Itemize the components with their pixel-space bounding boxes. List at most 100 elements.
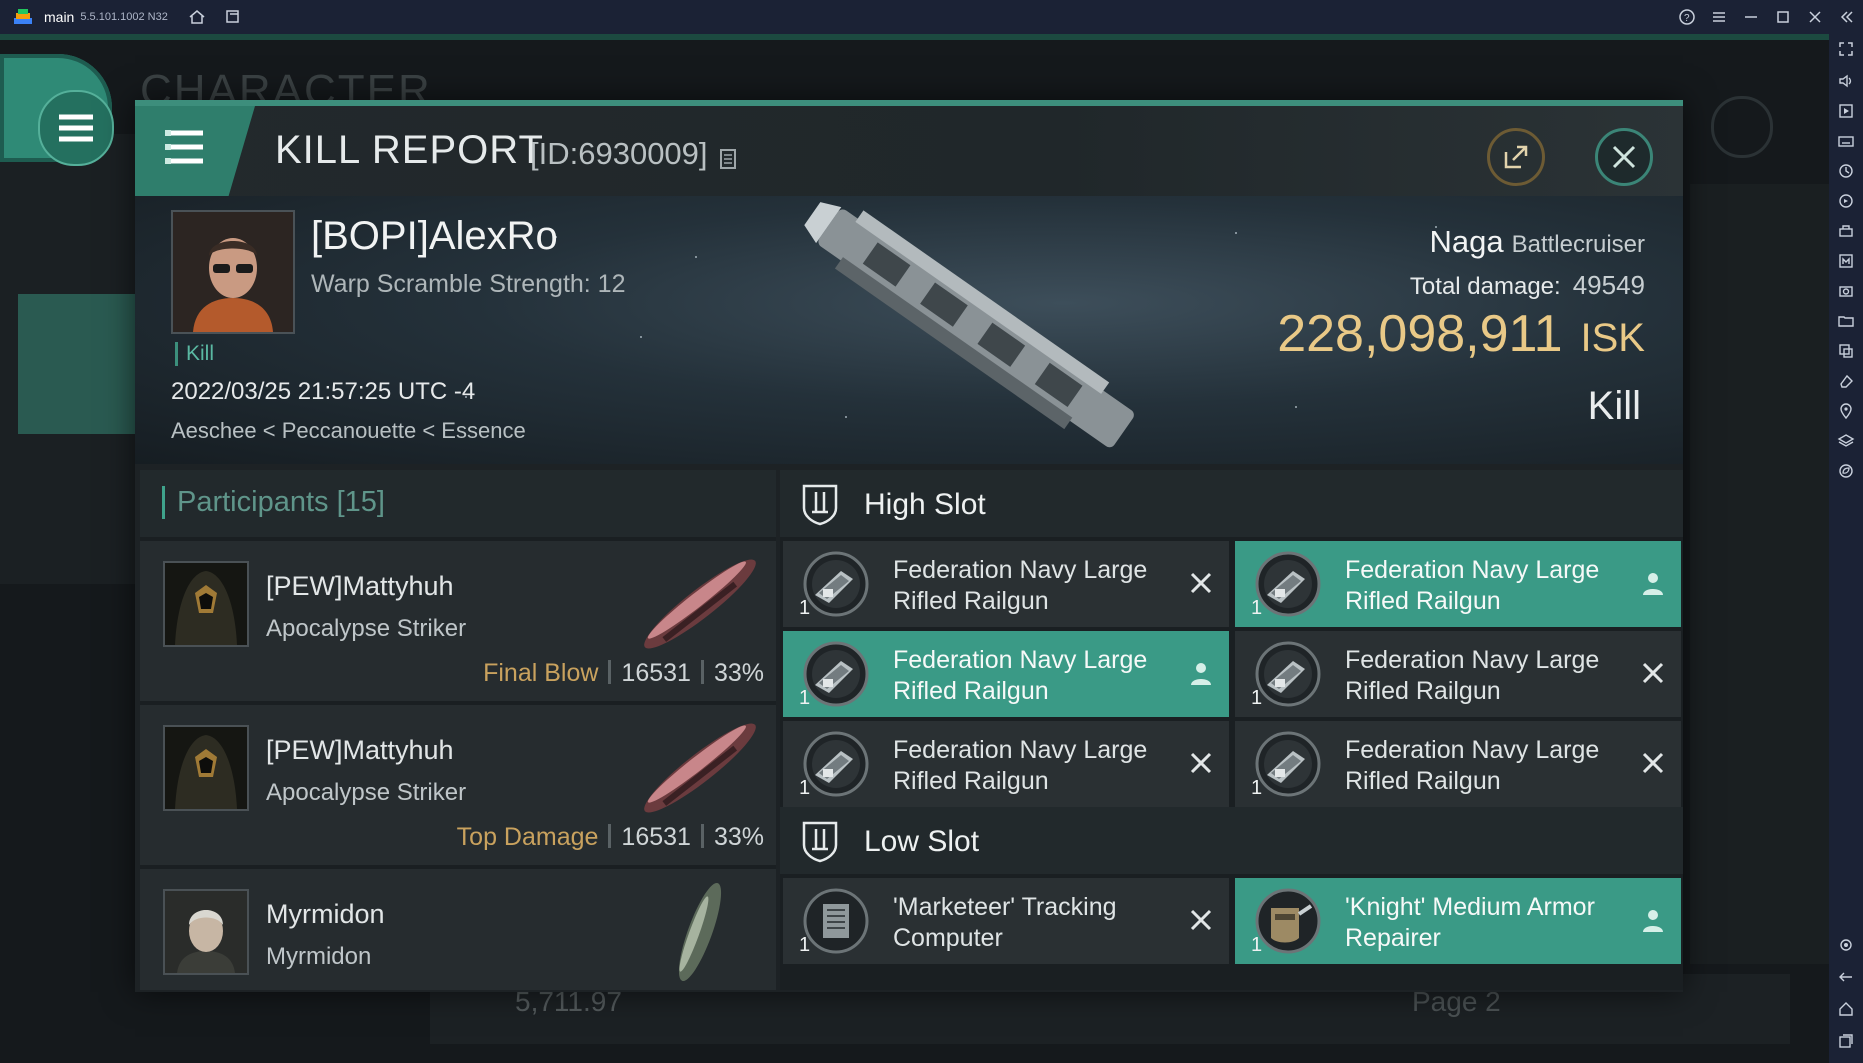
recent-apps-icon[interactable] [1837, 1032, 1855, 1050]
participant-portrait [163, 725, 249, 811]
railgun-module-icon [803, 551, 869, 617]
total-damage-value: 49549 [1572, 270, 1645, 300]
background-right-panel [1690, 184, 1829, 964]
victim-banner: [BOPI]AlexRo Warp Scramble Strength: 12 … [135, 196, 1683, 464]
apocalypse-ship-image [644, 723, 756, 813]
armor-repairer-icon [1255, 888, 1321, 954]
participants-label: Participants [177, 486, 329, 518]
close-dialog-button[interactable] [1595, 128, 1653, 186]
kill-report-dialog: KILL REPORT [ID:6930009] [BOPI]AlexRo Wa… [135, 100, 1683, 992]
folder-icon[interactable] [1837, 312, 1855, 330]
pilot-portrait-image [165, 891, 247, 973]
victim-name[interactable]: [BOPI]AlexRo [311, 214, 558, 259]
maximize-button[interactable] [1767, 0, 1799, 34]
dialog-header: KILL REPORT [ID:6930009] [135, 100, 1683, 196]
home-icon[interactable] [188, 8, 206, 26]
minimize-icon [1745, 16, 1757, 18]
android-home-icon[interactable] [1837, 1000, 1855, 1018]
multi-window-icon[interactable] [224, 8, 242, 26]
participants-count: [15] [336, 486, 385, 518]
participants-panel[interactable]: Participants [15] [PEW]Mattyhuh Apocalyp… [140, 470, 776, 990]
background-nav-active-item [18, 294, 135, 434]
module-tile[interactable]: 1 Federation Navy Large Rifled Railgun [1235, 631, 1681, 717]
dropped-person-icon [1191, 663, 1211, 685]
participant-portrait [163, 561, 249, 647]
module-quantity: 1 [799, 777, 811, 799]
install-apk-icon[interactable] [1837, 222, 1855, 240]
module-name: Federation Navy Large Rifled Railgun [1345, 736, 1600, 795]
volume-icon[interactable] [1837, 72, 1855, 90]
location-icon[interactable] [1837, 402, 1855, 420]
layers-icon[interactable] [1837, 432, 1855, 450]
isk-loss: 228,098,911 ISK [1277, 304, 1645, 364]
module-tile[interactable]: 1 Federation Navy Large Rifled Railgun [1235, 541, 1681, 627]
macro-icon[interactable] [1837, 252, 1855, 270]
share-button[interactable] [1487, 128, 1545, 186]
stat-separator [608, 660, 612, 684]
module-tile[interactable]: 1 Federation Navy Large Rifled Railgun [783, 631, 1229, 717]
victim-ship[interactable]: Naga Battlecruiser [1430, 224, 1646, 260]
share-icon [1504, 145, 1528, 169]
module-tile[interactable]: 1 Federation Navy Large Rifled Railgun [1235, 721, 1681, 807]
fitting-slots-panel[interactable]: High Slot 1 Federation Navy Large Rifled … [780, 470, 1683, 990]
fullscreen-icon[interactable] [1837, 40, 1855, 58]
copy-icon[interactable] [718, 148, 740, 170]
background-close-button[interactable] [1711, 96, 1773, 158]
participant-row[interactable]: [PEW]Mattyhuh Apocalypse Striker Final B… [140, 541, 776, 701]
result-label: Kill [1587, 384, 1641, 428]
participant-percent: 33% [713, 823, 764, 851]
module-tile[interactable]: 1 'Knight' Medium Armor Repairer [1235, 878, 1681, 964]
help-button[interactable]: ? [1671, 0, 1703, 34]
eco-mode-icon[interactable] [1837, 462, 1855, 480]
participant-ship: Myrmidon [266, 943, 372, 970]
railgun-module-icon [803, 731, 869, 797]
destroyed-x-icon [1190, 752, 1212, 774]
copy-window-icon[interactable] [1837, 342, 1855, 360]
kill-tag: Kill [175, 342, 214, 366]
keyboard-icon[interactable] [1837, 132, 1855, 150]
destroyed-x-icon [1642, 662, 1664, 684]
app-version: 5.5.101.1002 N32 [80, 11, 168, 23]
module-tile[interactable]: 1 'Marketeer' Tracking Computer [783, 878, 1229, 964]
participants-title: Participants [15] [162, 486, 385, 519]
back-icon[interactable] [1837, 968, 1855, 986]
menu-button[interactable] [1703, 0, 1735, 34]
collapse-sidebar-button[interactable] [1831, 0, 1863, 34]
destroyed-x-icon [1190, 909, 1212, 931]
media-icon[interactable] [1837, 102, 1855, 120]
victim-portrait[interactable] [171, 210, 295, 334]
participant-role: Top Damage [456, 823, 599, 851]
participant-damage: 16531 [621, 823, 691, 851]
module-name: Federation Navy Large Rifled Railgun [893, 646, 1148, 705]
module-tile[interactable]: 1 Federation Navy Large Rifled Railgun [783, 721, 1229, 807]
low-slot-label: Low Slot [864, 825, 980, 858]
top-accent-bar [0, 34, 1829, 40]
settings-icon[interactable] [1837, 936, 1855, 954]
participant-name: [PEW]Mattyhuh [266, 735, 454, 765]
sync-icon[interactable] [1837, 192, 1855, 210]
kill-location[interactable]: Aeschee < Peccanouette < Essence [171, 418, 526, 444]
dropped-person-icon [1643, 910, 1663, 932]
ship-class: Battlecruiser [1511, 231, 1645, 258]
participant-row[interactable]: Myrmidon Myrmidon [140, 869, 776, 990]
module-name: Federation Navy Large Rifled Railgun [1345, 556, 1600, 615]
close-window-button[interactable] [1799, 0, 1831, 34]
high-slot-header: High Slot [780, 470, 1683, 537]
hamburger-icon [1713, 12, 1725, 22]
rotate-icon[interactable] [1837, 162, 1855, 180]
participant-damage: 16531 [621, 659, 691, 687]
module-tile[interactable]: 1 Federation Navy Large Rifled Railgun [783, 541, 1229, 627]
participant-row[interactable]: [PEW]Mattyhuh Apocalypse Striker Top Dam… [140, 705, 776, 865]
minimize-button[interactable] [1735, 0, 1767, 34]
railgun-module-icon [803, 641, 869, 707]
erase-icon[interactable] [1837, 372, 1855, 390]
screenshot-icon[interactable] [1837, 282, 1855, 300]
main-menu-button[interactable] [0, 54, 114, 166]
hooded-pilot-image [165, 563, 247, 645]
high-slot-label: High Slot [864, 488, 986, 521]
module-quantity: 1 [1251, 934, 1263, 956]
module-name: Federation Navy Large Rifled Railgun [893, 556, 1148, 615]
dropped-person-icon [1643, 573, 1663, 595]
low-slot-icon [802, 821, 838, 863]
dialog-menu-button[interactable] [135, 106, 255, 196]
